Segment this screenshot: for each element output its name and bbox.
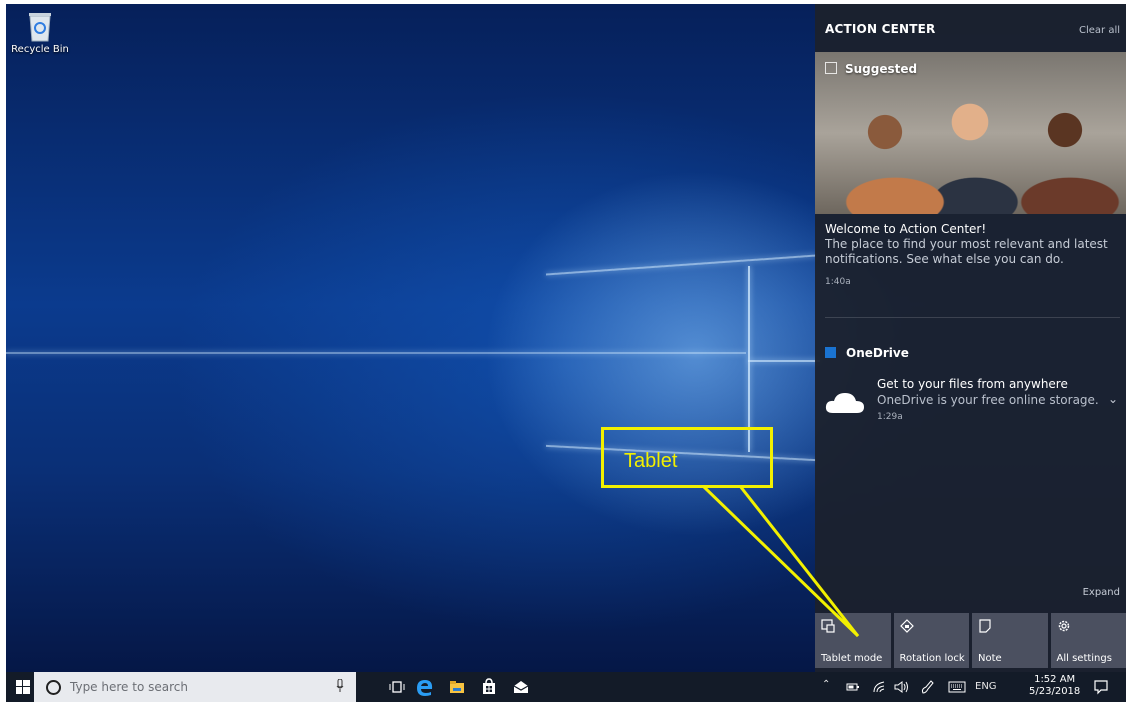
pen-ink-workspace-icon[interactable]: [920, 680, 934, 694]
taskbar-clock[interactable]: 1:52 AM 5/23/2018: [1029, 674, 1080, 698]
edge-browser-icon[interactable]: [416, 678, 434, 696]
note-icon: [979, 619, 991, 633]
all-settings-tile[interactable]: All settings: [1050, 613, 1126, 668]
suggested-header: Suggested: [825, 62, 917, 76]
task-view-icon[interactable]: [388, 678, 406, 696]
file-explorer-icon[interactable]: [448, 678, 466, 696]
microphone-icon[interactable]: [336, 679, 344, 693]
tips-icon: [825, 62, 837, 74]
welcome-notification-body[interactable]: The place to find your most relevant and…: [825, 237, 1115, 267]
chevron-down-icon[interactable]: ⌄: [1108, 392, 1118, 406]
onedrive-group-header[interactable]: OneDrive: [825, 346, 909, 360]
onedrive-notification-time: 1:29a: [877, 412, 903, 422]
mail-icon[interactable]: [512, 678, 530, 696]
search-placeholder: Type here to search: [70, 680, 188, 694]
input-language-indicator[interactable]: ENG: [975, 681, 997, 692]
divider: [825, 317, 1120, 318]
quick-actions: Tablet mode Rotation lock Note All setti…: [815, 613, 1126, 668]
clock-time: 1:52 AM: [1034, 674, 1076, 685]
onedrive-cloud-icon: [825, 393, 864, 413]
touch-keyboard-icon[interactable]: [948, 681, 966, 693]
rotation-lock-tile[interactable]: Rotation lock: [893, 613, 969, 668]
clock-date: 5/23/2018: [1029, 686, 1081, 697]
tablet-mode-icon: [821, 619, 835, 633]
annotation-callout-text: Tablet: [624, 450, 678, 472]
store-icon[interactable]: [480, 678, 498, 696]
taskbar-search-box[interactable]: Type here to search: [34, 672, 356, 702]
action-center-title: ACTION CENTER: [825, 22, 936, 36]
show-hidden-icons-chevron-icon[interactable]: ⌃: [822, 679, 830, 690]
onedrive-notification-body[interactable]: OneDrive is your free online storage. S: [877, 393, 1099, 407]
expand-button[interactable]: Expand: [1083, 587, 1120, 598]
taskbar: Type here to search ⌃ ENG 1:52 AM 5/23/2…: [6, 672, 1126, 702]
volume-icon[interactable]: [894, 680, 910, 694]
screen-frame: Recycle Bin ACTION CENTER Clear all Sugg…: [0, 0, 1126, 702]
note-tile[interactable]: Note: [972, 613, 1048, 668]
welcome-notification-title[interactable]: Welcome to Action Center!: [825, 222, 986, 236]
clear-all-button[interactable]: Clear all: [1079, 25, 1120, 36]
all-settings-label: All settings: [1056, 653, 1112, 664]
recycle-bin-desktop-icon[interactable]: Recycle Bin: [10, 10, 70, 55]
recycle-bin-icon: [27, 10, 53, 42]
note-label: Note: [978, 653, 1002, 664]
action-center-panel: ACTION CENTER Clear all Suggested Welcom…: [815, 4, 1126, 672]
rotation-lock-icon: [899, 619, 914, 633]
welcome-notification-time: 1:40a: [825, 277, 851, 287]
tablet-mode-tile[interactable]: Tablet mode: [815, 613, 891, 668]
gear-icon: [1058, 620, 1069, 632]
wifi-icon[interactable]: [872, 680, 886, 694]
action-center-notification-icon[interactable]: [1093, 679, 1109, 695]
rotation-lock-label: Rotation lock: [899, 653, 965, 664]
recycle-bin-label: Recycle Bin: [11, 44, 69, 55]
cortana-icon: [46, 680, 61, 695]
onedrive-notification-title[interactable]: Get to your files from anywhere: [877, 377, 1068, 391]
suggested-notification-image[interactable]: [815, 52, 1126, 214]
tablet-mode-label: Tablet mode: [821, 653, 883, 664]
battery-icon[interactable]: [846, 680, 860, 694]
onedrive-app-icon: [825, 347, 836, 358]
windows-start-icon[interactable]: [16, 680, 30, 694]
